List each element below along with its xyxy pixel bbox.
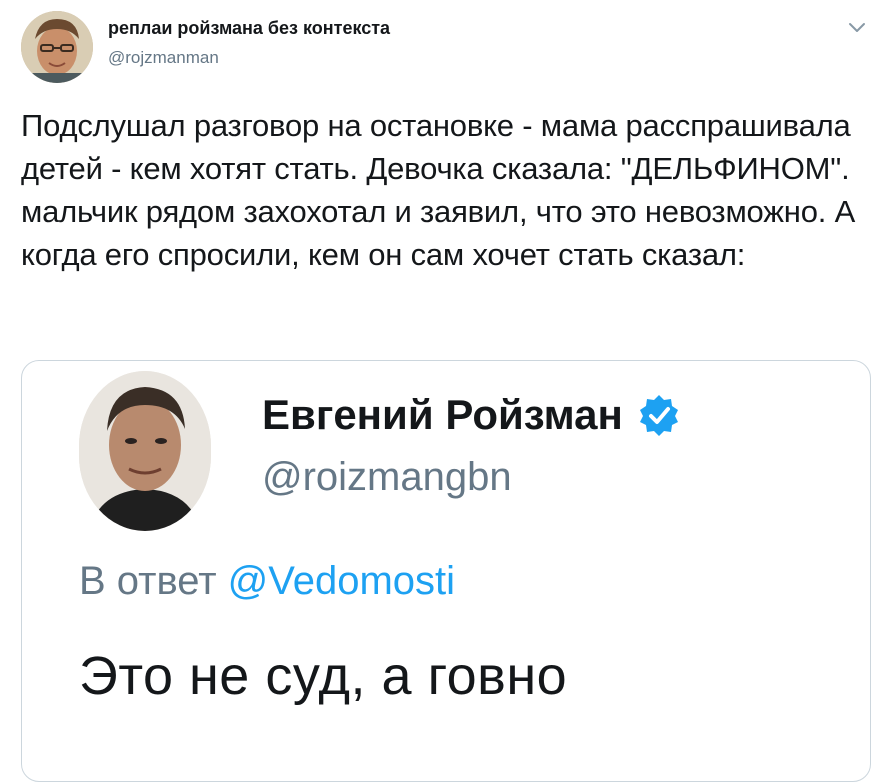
embedded-author-name-text: Евгений Ройзман [262,391,623,438]
chevron-down-icon[interactable] [846,16,868,38]
tweet-text: Подслушал разговор на остановке - мама р… [21,108,856,272]
reply-prefix: В ответ [79,559,217,603]
reply-mention: @Vedomosti [227,559,456,603]
author-avatar[interactable] [21,11,93,83]
embedded-author-handle: @roizmangbn [262,455,512,499]
author-name[interactable]: реплаи ройзмана без контекста [108,18,390,39]
embedded-author-name: Евгений Ройзман [262,391,681,439]
embedded-avatar-photo [79,371,211,531]
reply-context: В ответ @Vedomosti [79,559,455,604]
embedded-tweet-text: Это не суд, а говно [79,646,568,706]
embedded-author-avatar [79,371,211,531]
verified-badge-icon [637,393,681,437]
author-handle[interactable]: @rojzmanman [108,48,219,68]
embedded-tweet-image[interactable]: Евгений Ройзман @roizmangbn В ответ @Ved… [21,360,871,782]
avatar-photo [21,11,93,83]
